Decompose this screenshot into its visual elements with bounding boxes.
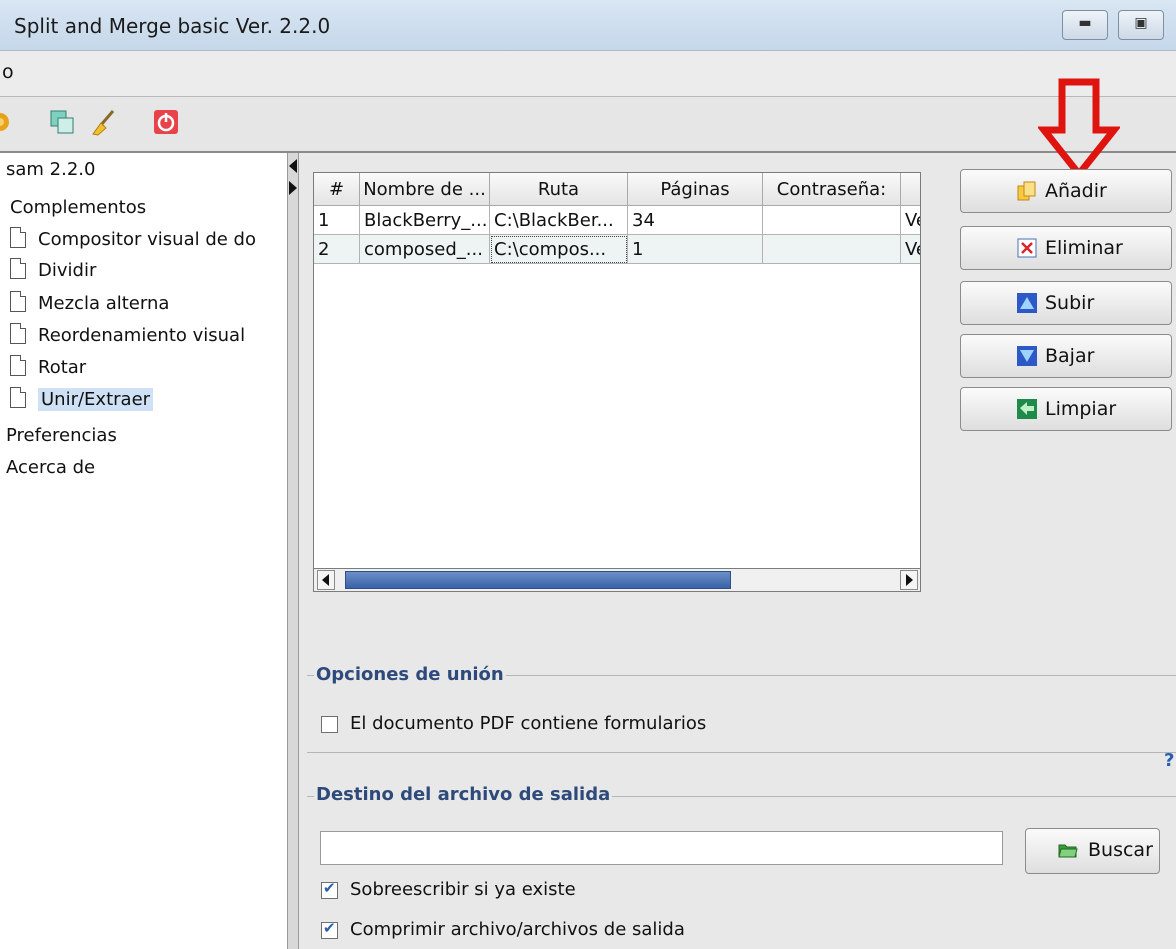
tree-item-visual-composer[interactable]: Compositor visual de do [10, 225, 256, 255]
clear-button[interactable]: Limpiar [960, 387, 1172, 431]
folder-icon [1058, 844, 1078, 858]
add-button[interactable]: Añadir [960, 169, 1172, 213]
output-path-input[interactable] [320, 831, 1003, 865]
tree-item-about[interactable]: Acerca de [6, 453, 95, 483]
table-cell[interactable]: composed_... [360, 235, 490, 264]
document-icon [10, 323, 26, 344]
arrow-left-icon [322, 574, 329, 586]
overwrite-label[interactable]: Sobreescribir si ya existe [350, 879, 576, 900]
column-header-password[interactable]: Contraseña: [763, 173, 901, 206]
output-destination-title: Destino del archivo de salida [314, 784, 613, 805]
copy-icon[interactable] [48, 108, 76, 136]
column-header-path[interactable]: Ruta [490, 173, 628, 206]
tree-item-alternate-mix[interactable]: Mezcla alterna [10, 289, 169, 319]
panel-splitter[interactable] [287, 153, 299, 949]
table-cell[interactable]: BlackBerry_... [360, 206, 490, 235]
table-cell[interactable]: 34 [628, 206, 763, 235]
table-cell[interactable]: C:\BlackBer... [490, 206, 628, 235]
arrow-right-icon [906, 574, 913, 586]
move-down-icon [1017, 346, 1037, 366]
table-cell[interactable] [763, 206, 901, 235]
plugin-tree: sam 2.2.0 Complementos Compositor visual… [0, 153, 287, 949]
tree-root[interactable]: sam 2.2.0 [6, 155, 95, 185]
document-icon [10, 227, 26, 248]
remove-icon [1017, 238, 1037, 258]
move-up-button-label: Subir [1045, 292, 1095, 314]
maximize-icon: ▣ [1134, 15, 1148, 31]
table-cell[interactable]: Ve [901, 206, 920, 235]
document-icon [10, 355, 26, 376]
remove-button-label: Eliminar [1045, 237, 1123, 259]
tree-group-plugins[interactable]: Complementos [10, 193, 146, 223]
table-cell[interactable]: Ve [901, 235, 920, 264]
document-icon [10, 291, 26, 312]
column-header-extra[interactable] [901, 173, 920, 206]
add-button-label: Añadir [1045, 180, 1107, 202]
move-up-button[interactable]: Subir [960, 281, 1172, 325]
broom-icon[interactable] [90, 108, 118, 136]
expand-right-icon[interactable] [289, 181, 297, 195]
minimize-icon: ▬ [1078, 15, 1092, 31]
menu-item-file[interactable]: o [2, 61, 14, 83]
table-cell[interactable]: 1 [628, 235, 763, 264]
maximize-button[interactable]: ▣ [1118, 10, 1164, 40]
table-cell[interactable]: 2 [314, 235, 360, 264]
tree-item-split[interactable]: Dividir [10, 256, 96, 286]
tree-item-label: Rotar [38, 357, 87, 378]
scroll-right-button[interactable] [900, 570, 918, 590]
table-cell[interactable]: 1 [314, 206, 360, 235]
minimize-button[interactable]: ▬ [1062, 10, 1108, 40]
collapse-left-icon[interactable] [289, 159, 297, 173]
power-icon[interactable] [152, 108, 180, 136]
document-icon [10, 387, 26, 408]
clear-icon [1017, 399, 1037, 419]
compress-label[interactable]: Comprimir archivo/archivos de salida [350, 919, 685, 940]
group-border [307, 752, 1176, 753]
window-title: Split and Merge basic Ver. 2.2.0 [14, 14, 331, 38]
column-header-index[interactable]: # [314, 173, 360, 206]
pdf-forms-label[interactable]: El documento PDF contiene formularios [350, 713, 706, 734]
annotation-arrow-icon [1038, 78, 1120, 178]
tree-item-label: Reordenamiento visual [38, 325, 246, 346]
plugin-icon[interactable] [0, 108, 14, 136]
pdf-forms-checkbox[interactable] [321, 716, 338, 733]
column-header-pages[interactable]: Páginas [628, 173, 763, 206]
file-table[interactable]: # Nombre de ... Ruta Páginas Contraseña:… [313, 172, 921, 590]
overwrite-checkbox[interactable] [321, 879, 338, 899]
menu-bar: o [0, 51, 1176, 97]
add-document-icon [1017, 181, 1036, 201]
table-cell[interactable] [763, 235, 901, 264]
remove-button[interactable]: Eliminar [960, 226, 1172, 270]
document-icon [10, 258, 26, 279]
tree-item-merge-extract[interactable]: Unir/Extraer [10, 385, 154, 415]
tree-item-label-selected: Unir/Extraer [38, 388, 154, 411]
tree-item-label: Compositor visual de do [38, 229, 256, 250]
tree-item-label: Mezcla alterna [38, 293, 170, 314]
toolbar [0, 97, 1176, 153]
tree-item-preferences[interactable]: Preferencias [6, 421, 117, 451]
scroll-left-button[interactable] [317, 570, 335, 590]
scrollbar-thumb[interactable] [345, 571, 731, 589]
browse-button[interactable]: Buscar [1025, 828, 1160, 874]
tree-item-visual-reorder[interactable]: Reordenamiento visual [10, 321, 245, 351]
merge-options-title: Opciones de unión [314, 664, 506, 685]
tree-item-rotate[interactable]: Rotar [10, 353, 86, 383]
table-cell-focused[interactable]: C:\compos... [490, 235, 628, 264]
move-down-button[interactable]: Bajar [960, 334, 1172, 378]
column-header-name[interactable]: Nombre de ... [360, 173, 490, 206]
clear-button-label: Limpiar [1045, 398, 1117, 420]
compress-checkbox[interactable] [321, 919, 338, 939]
move-up-icon [1017, 293, 1037, 313]
help-icon[interactable]: ? [1164, 750, 1174, 771]
move-down-button-label: Bajar [1045, 345, 1095, 367]
tree-item-label: Dividir [38, 260, 97, 281]
browse-button-label: Buscar [1088, 839, 1153, 861]
title-bar: Split and Merge basic Ver. 2.2.0 ▬ ▣ [0, 0, 1176, 51]
